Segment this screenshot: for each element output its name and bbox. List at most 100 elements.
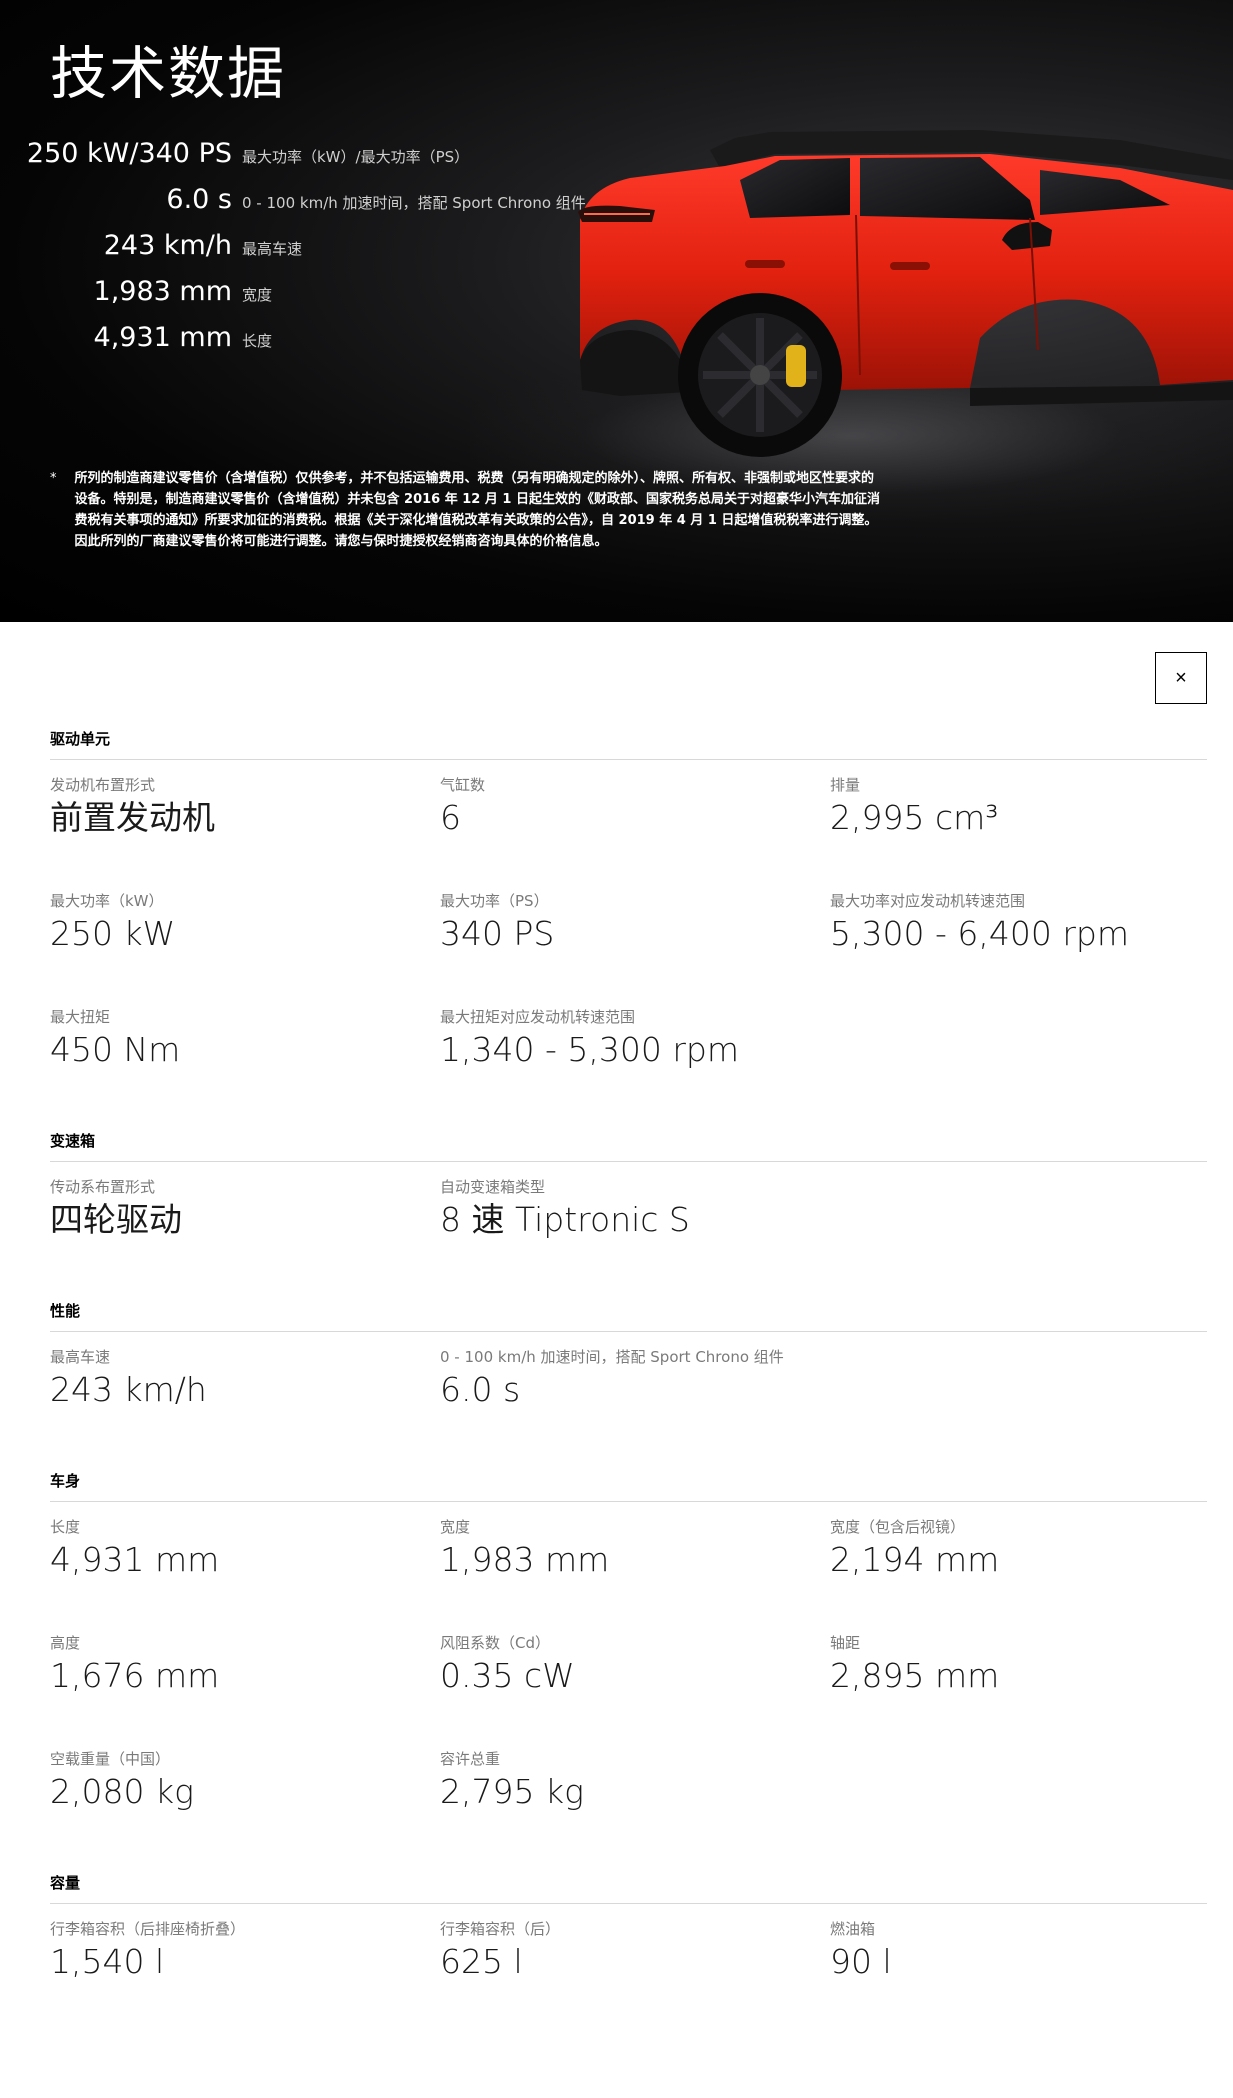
spec-value: 1,983 mm [440,1540,610,1579]
spec-value: 1,676 mm [50,1656,220,1695]
spec-value: 0.35 cW [440,1656,575,1695]
hero-spec-width: 1,983 mm 宽度 [0,276,273,307]
spec-value: 6 [440,798,461,837]
spec-label: 风阻系数（Cd） [440,1634,550,1652]
hero-spec-label: 最高车速 [242,240,303,258]
close-button[interactable]: × [1155,652,1207,704]
spec-label: 宽度 [440,1518,471,1536]
spec-label: 最大功率对应发动机转速范围 [830,892,1026,910]
close-icon: × [1175,666,1187,689]
hero-spec-label: 长度 [242,332,273,350]
spec-cell: 最大功率（PS） 340 PS [440,890,830,1006]
spec-label: 行李箱容积（后排座椅折叠） [50,1920,246,1938]
hero-spec-label: 宽度 [242,286,273,304]
spec-sections: 驱动单元 发动机布置形式 前置发动机 气缸数 6 排量 2,995 cm³ 最大… [50,720,1207,2034]
spec-label: 宽度（包含后视镜） [830,1518,966,1536]
spec-label: 最大功率（kW） [50,892,164,910]
hero-spec-top-speed: 243 km/h 最高车速 [0,230,302,261]
hero-spec-label: 0 - 100 km/h 加速时间，搭配 Sport Chrono 组件 [242,194,586,212]
spec-label: 燃油箱 [830,1920,876,1938]
spec-label: 传动系布置形式 [50,1178,156,1196]
spec-cell: 排量 2,995 cm³ [830,774,1207,890]
spec-value: 250 kW [50,914,176,953]
hero-spec-acceleration: 6.0 s 0 - 100 km/h 加速时间，搭配 Sport Chrono … [0,184,586,215]
section-gearbox: 变速箱 传动系布置形式 四轮驱动 自动变速箱类型 8 速 Tiptronic S [50,1122,1207,1292]
spec-label: 空载重量（中国） [50,1750,171,1768]
section-capacity: 容量 行李箱容积（后排座椅折叠） 1,540 l 行李箱容积（后） 625 l … [50,1864,1207,2034]
spec-cell: 风阻系数（Cd） 0.35 cW [440,1632,830,1748]
spec-cell: 自动变速箱类型 8 速 Tiptronic S [440,1176,1207,1292]
spec-label: 行李箱容积（后） [440,1920,561,1938]
price-disclaimer: * 所列的制造商建议零售价（含增值税）仅供参考，并不包括运输费用、税费（另有明确… [50,468,880,552]
spec-label: 0 - 100 km/h 加速时间，搭配 Sport Chrono 组件 [440,1348,784,1366]
section-performance: 性能 最高车速 243 km/h 0 - 100 km/h 加速时间，搭配 Sp… [50,1292,1207,1462]
section-body: 车身 长度 4,931 mm 宽度 1,983 mm 宽度（包含后视镜） 2,1… [50,1462,1207,1864]
spec-cell: 行李箱容积（后排座椅折叠） 1,540 l [50,1918,440,2034]
spec-value: 四轮驱动 [50,1200,182,1239]
spec-value: 4,931 mm [50,1540,220,1579]
spec-cell: 行李箱容积（后） 625 l [440,1918,830,2034]
spec-cell: 最大扭矩对应发动机转速范围 1,340 - 5,300 rpm [440,1006,1207,1122]
spec-label: 排量 [830,776,861,794]
spec-cell: 燃油箱 90 l [830,1918,1207,2034]
spec-value: 450 Nm [50,1030,181,1069]
spec-value: 6.0 s [440,1370,521,1409]
spec-label: 长度 [50,1518,81,1536]
spec-cell: 最大功率对应发动机转速范围 5,300 - 6,400 rpm [830,890,1207,1006]
spec-cell: 最大功率（kW） 250 kW [50,890,440,1006]
section-title: 变速箱 [50,1122,1207,1162]
spec-value: 340 PS [440,914,555,953]
spec-value: 90 l [830,1942,892,1981]
disclaimer-bullet: * [50,471,57,486]
hero-banner: 技术数据 250 kW/340 PS 最大功率（kW）/最大功率（PS） 6.0… [0,0,1233,622]
spec-value: 1,540 l [50,1942,165,1981]
spec-value: 2,795 kg [440,1772,584,1811]
spec-label: 容许总重 [440,1750,501,1768]
spec-cell: 最大扭矩 450 Nm [50,1006,440,1122]
spec-value: 625 l [440,1942,523,1981]
spec-cell: 宽度 1,983 mm [440,1516,830,1632]
hero-spec-value: 4,931 mm [93,322,232,353]
spec-cell: 空载重量（中国） 2,080 kg [50,1748,440,1864]
spec-label: 轴距 [830,1634,861,1652]
hero-spec-value: 243 km/h [103,230,232,261]
section-drive: 驱动单元 发动机布置形式 前置发动机 气缸数 6 排量 2,995 cm³ 最大… [50,720,1207,1122]
spec-value: 243 km/h [50,1370,207,1409]
car-illustration [578,130,1233,457]
spec-value: 2,895 mm [830,1656,1000,1695]
spec-value: 8 速 Tiptronic S [440,1200,690,1239]
hero-spec-label: 最大功率（kW）/最大功率（PS） [242,148,470,166]
spec-value: 5,300 - 6,400 rpm [830,914,1129,953]
spec-label: 高度 [50,1634,81,1652]
section-title: 车身 [50,1462,1207,1502]
spec-label: 最大功率（PS） [440,892,549,910]
hero-spec-power: 250 kW/340 PS 最大功率（kW）/最大功率（PS） [0,138,469,169]
section-title: 性能 [50,1292,1207,1332]
disclaimer-text: 所列的制造商建议零售价（含增值税）仅供参考，并不包括运输费用、税费（另有明确规定… [74,471,880,549]
spec-label: 最高车速 [50,1348,111,1366]
section-title: 驱动单元 [50,720,1207,760]
spec-cell: 气缸数 6 [440,774,830,890]
page-title: 技术数据 [50,41,286,107]
spec-value: 2,194 mm [830,1540,1000,1579]
car-image [560,110,1233,470]
spec-label: 发动机布置形式 [50,776,156,794]
spec-cell: 0 - 100 km/h 加速时间，搭配 Sport Chrono 组件 6.0… [440,1346,1207,1462]
spec-cell: 发动机布置形式 前置发动机 [50,774,440,890]
hero-spec-length: 4,931 mm 长度 [0,322,273,353]
spec-value: 2,995 cm³ [830,798,999,837]
section-title: 容量 [50,1864,1207,1904]
hero-spec-value: 6.0 s [166,184,232,215]
spec-value: 2,080 kg [50,1772,194,1811]
spec-cell: 传动系布置形式 四轮驱动 [50,1176,440,1292]
spec-cell: 长度 4,931 mm [50,1516,440,1632]
spec-cell: 轴距 2,895 mm [830,1632,1207,1748]
spec-cell: 宽度（包含后视镜） 2,194 mm [830,1516,1207,1632]
spec-value: 1,340 - 5,300 rpm [440,1030,739,1069]
spec-label: 气缸数 [440,776,486,794]
spec-value: 前置发动机 [50,798,215,837]
spec-cell: 高度 1,676 mm [50,1632,440,1748]
spec-label: 自动变速箱类型 [440,1178,546,1196]
hero-spec-value: 1,983 mm [93,276,232,307]
spec-label: 最大扭矩 [50,1008,111,1026]
